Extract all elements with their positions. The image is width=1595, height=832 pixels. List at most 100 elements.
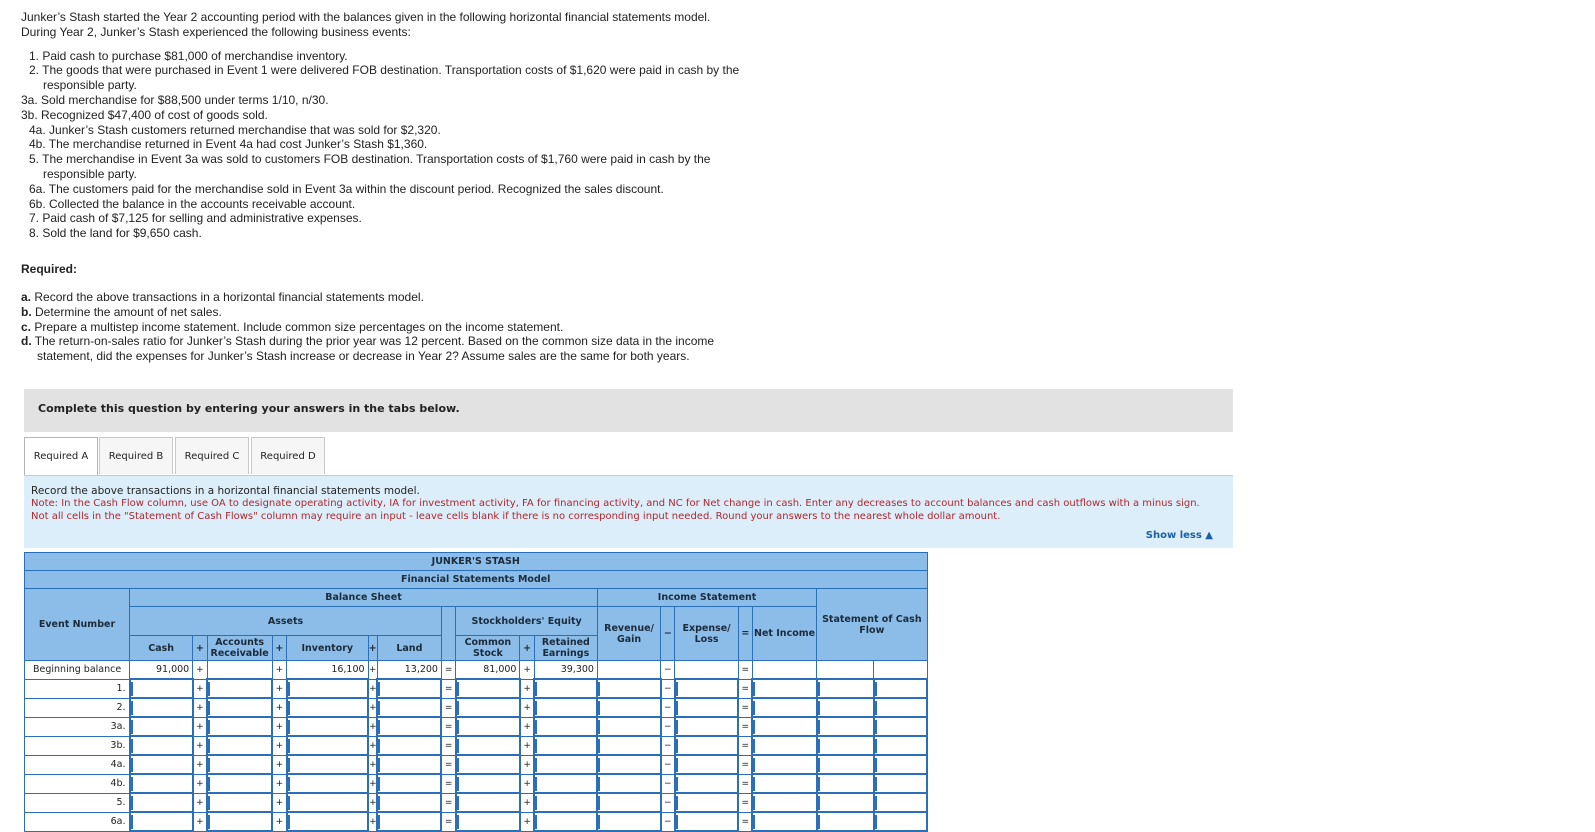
common-stock-input[interactable]	[454, 811, 521, 832]
revenue-input[interactable]	[596, 716, 662, 737]
land-input[interactable]	[376, 773, 443, 794]
net-income-input[interactable]	[751, 735, 818, 756]
cash-input[interactable]	[128, 716, 194, 737]
cf-type-input[interactable]	[872, 773, 929, 794]
cash-input[interactable]	[128, 792, 194, 813]
cf-type-input[interactable]	[872, 735, 929, 756]
cash-input[interactable]	[128, 697, 194, 718]
expense-input[interactable]	[673, 773, 740, 794]
cf-amount-input[interactable]	[815, 754, 875, 775]
tab-required-b[interactable]: Required B	[99, 437, 173, 474]
cash-input[interactable]	[128, 678, 194, 699]
land-input[interactable]	[376, 716, 443, 737]
cf-amount-input[interactable]	[815, 735, 875, 756]
plus-op: +	[367, 754, 378, 775]
tab-required-c[interactable]: Required C	[175, 437, 249, 474]
retained-earnings-input[interactable]	[533, 716, 599, 737]
retained-earnings-input[interactable]	[533, 773, 599, 794]
inventory-input[interactable]	[285, 716, 370, 737]
inventory-input[interactable]	[285, 811, 370, 832]
common-stock-input[interactable]	[454, 735, 521, 756]
revenue-input[interactable]	[596, 754, 662, 775]
inventory-input[interactable]	[285, 697, 370, 718]
ar-input[interactable]	[205, 678, 274, 699]
land-input[interactable]	[376, 735, 443, 756]
requirement-c: c. Prepare a multistep income statement.…	[21, 319, 564, 334]
expense-input[interactable]	[673, 735, 740, 756]
cf-amount-input[interactable]	[815, 773, 875, 794]
ar-input[interactable]	[205, 811, 274, 832]
inventory-input[interactable]	[285, 773, 370, 794]
plus-op: +	[519, 735, 535, 756]
expense-input[interactable]	[673, 716, 740, 737]
requirement-d-cont: statement, did the expenses for Junker’s…	[37, 349, 690, 364]
land-input[interactable]	[376, 697, 443, 718]
cf-amount-input[interactable]	[815, 811, 875, 832]
retained-earnings-input[interactable]	[533, 678, 599, 699]
cash-input[interactable]	[128, 773, 194, 794]
cf-amount-input[interactable]	[815, 716, 875, 737]
cf-type-input[interactable]	[872, 754, 929, 775]
inventory-input[interactable]	[285, 754, 370, 775]
expense-input[interactable]	[673, 792, 740, 813]
land-input[interactable]	[376, 792, 443, 813]
net-income-input[interactable]	[751, 792, 818, 813]
net-income-input[interactable]	[751, 697, 818, 718]
revenue-input[interactable]	[596, 792, 662, 813]
expense-input[interactable]	[673, 678, 740, 699]
retained-earnings-input[interactable]	[533, 697, 599, 718]
ar-input[interactable]	[205, 754, 274, 775]
cash-input[interactable]	[128, 754, 194, 775]
ar-input[interactable]	[205, 697, 274, 718]
common-stock-input[interactable]	[454, 678, 521, 699]
retained-earnings-input[interactable]	[533, 792, 599, 813]
cash-input[interactable]	[128, 735, 194, 756]
cash-input[interactable]	[128, 811, 194, 832]
show-less-link[interactable]: Show less ▲	[1146, 530, 1213, 541]
revenue-input[interactable]	[596, 678, 662, 699]
tab-required-d[interactable]: Required D	[251, 437, 325, 474]
revenue-input[interactable]	[596, 735, 662, 756]
net-income-input[interactable]	[751, 678, 818, 699]
inventory-input[interactable]	[285, 678, 370, 699]
plus-op-2: +	[271, 635, 288, 661]
net-income-input[interactable]	[751, 811, 818, 832]
cf-amount-input[interactable]	[815, 697, 875, 718]
net-income-input[interactable]	[751, 754, 818, 775]
plus-op: +	[519, 811, 535, 832]
inventory-input[interactable]	[285, 735, 370, 756]
cf-amount-input[interactable]	[815, 678, 875, 699]
expense-input[interactable]	[673, 754, 740, 775]
revenue-input[interactable]	[596, 697, 662, 718]
expense-input[interactable]	[673, 811, 740, 832]
revenue-input[interactable]	[596, 811, 662, 832]
net-income-input[interactable]	[751, 773, 818, 794]
tab-required-a[interactable]: Required A	[24, 437, 98, 476]
ar-input[interactable]	[205, 735, 274, 756]
land-input[interactable]	[376, 811, 443, 832]
cf-type-input[interactable]	[872, 792, 929, 813]
land-input[interactable]	[376, 754, 443, 775]
revenue-input[interactable]	[596, 773, 662, 794]
cf-amount-input[interactable]	[815, 792, 875, 813]
common-stock-input[interactable]	[454, 792, 521, 813]
cf-type-input[interactable]	[872, 678, 929, 699]
cf-type-input[interactable]	[872, 811, 929, 832]
inventory-input[interactable]	[285, 792, 370, 813]
retained-earnings-input[interactable]	[533, 811, 599, 832]
ar-input[interactable]	[205, 773, 274, 794]
cf-type-input[interactable]	[872, 697, 929, 718]
common-stock-input[interactable]	[454, 716, 521, 737]
cf-type-input[interactable]	[872, 716, 929, 737]
net-income-input[interactable]	[751, 716, 818, 737]
ar-input[interactable]	[205, 792, 274, 813]
retained-earnings-input[interactable]	[533, 754, 599, 775]
common-stock-input[interactable]	[454, 773, 521, 794]
retained-earnings-input[interactable]	[533, 735, 599, 756]
common-stock-input[interactable]	[454, 697, 521, 718]
common-stock-input[interactable]	[454, 754, 521, 775]
ar-input[interactable]	[205, 716, 274, 737]
beginning-common-stock: 81,000	[455, 660, 521, 680]
land-input[interactable]	[376, 678, 443, 699]
expense-input[interactable]	[673, 697, 740, 718]
